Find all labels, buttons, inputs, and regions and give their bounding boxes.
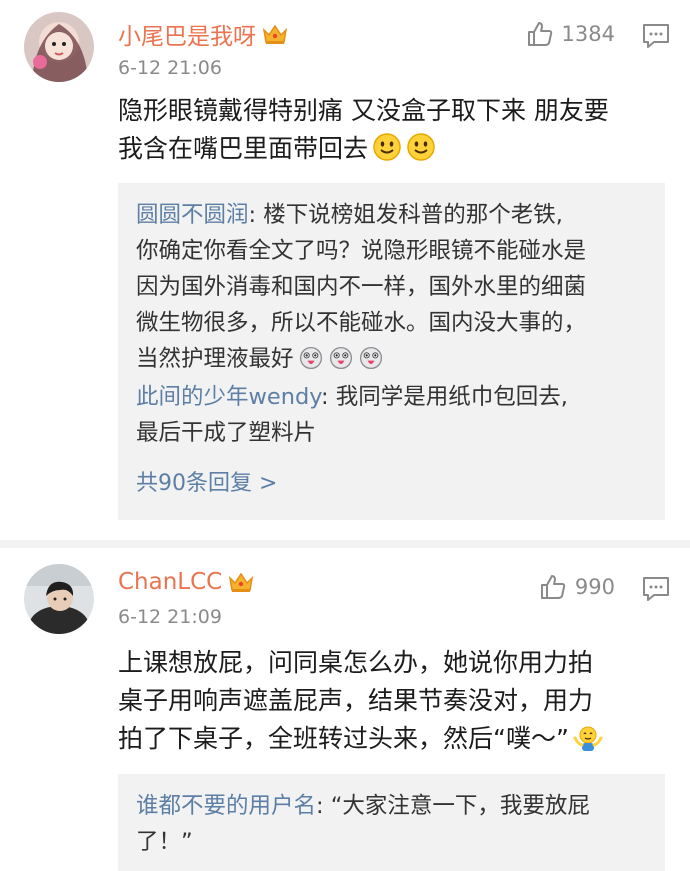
thumbs-up-icon: [540, 575, 566, 599]
username[interactable]: 小尾巴是我呀: [118, 17, 288, 51]
comment-text: 上课想放屁，问同桌怎么办，她说你用力拍 桌子用响声遮盖屁声，结果节奏没对，用力 …: [118, 644, 673, 758]
comment-line: 桌子用响声遮盖屁声，结果节奏没对，用力: [118, 686, 594, 715]
smile-emoji-icon: [407, 133, 435, 161]
crown-icon: [229, 572, 254, 592]
reply-text: 微生物很多，所以不能碰水。国内没大事的，: [136, 310, 587, 336]
avatar[interactable]: [24, 564, 94, 634]
comment-line: 拍了下桌子，全班转过头来，然后“噗～”: [118, 720, 673, 758]
like-count: 990: [574, 575, 615, 599]
comment-1: 小尾巴是我呀 6-12 21:06 1384 隐形眼镜戴得特别痛 又没盒子取下来…: [0, 0, 690, 540]
reply-text: 你确定你看全文了吗？说隐形眼镜不能碰水是: [136, 238, 587, 264]
comment-icon[interactable]: [642, 576, 670, 602]
avatar[interactable]: [24, 12, 94, 82]
username-text: 小尾巴是我呀: [118, 24, 256, 50]
reply-text: 因为国外消毒和国内不一样，国外水里的细菌: [136, 274, 587, 300]
timestamp: 6-12 21:09: [118, 606, 222, 628]
reply-text: 当然护理液最好: [136, 341, 647, 377]
replies-box: 圆圆不圆润: 楼下说榜姐发科普的那个老铁, 你确定你看全文了吗？说隐形眼镜不能碰…: [118, 183, 665, 520]
thumbs-up-icon: [527, 22, 552, 46]
replies-box: 谁都不要的用户名: “大家注意一下，我要放屁 了！”: [118, 774, 665, 871]
reply-text: : “大家注意一下，我要放屁: [316, 793, 590, 819]
comment-line: 隐形眼镜戴得特别痛 又没盒子取下来 朋友要: [118, 96, 609, 125]
reply-item: 此间的少年wendy: 我同学是用纸巾包回去, 最后干成了塑料片: [136, 379, 647, 451]
username[interactable]: ChanLCC: [118, 569, 254, 595]
like-count: 1384: [561, 22, 615, 46]
username-text: ChanLCC: [118, 569, 223, 595]
reply-username[interactable]: 圆圆不圆润: [136, 202, 249, 228]
reply-text: 了！”: [136, 829, 193, 855]
reply-text: : 楼下说榜姐发科普的那个老铁,: [248, 202, 563, 228]
comment-divider: [0, 540, 690, 548]
comment-text: 隐形眼镜戴得特别痛 又没盒子取下来 朋友要 我含在嘴巴里面带回去: [118, 92, 673, 168]
tongue-emoji-icon: [299, 346, 322, 370]
comment-2: ChanLCC 6-12 21:09 990 上课想放屁，问同桌怎么办，她说你用…: [0, 548, 690, 871]
comment-line: 上课想放屁，问同桌怎么办，她说你用力拍: [118, 648, 594, 677]
tongue-emoji-icon: [359, 346, 382, 370]
view-more-replies-link[interactable]: 共90条回复 >: [136, 465, 647, 497]
reply-text: 最后干成了塑料片: [136, 420, 317, 446]
smile-emoji-icon: [373, 133, 401, 161]
like-button[interactable]: 990: [539, 573, 615, 601]
like-button[interactable]: 1384: [526, 20, 615, 48]
comment-line: 我含在嘴巴里面带回去: [118, 130, 673, 168]
reply-username[interactable]: 此间的少年wendy: [136, 384, 321, 410]
crown-icon: [262, 24, 288, 44]
reply-item: 谁都不要的用户名: “大家注意一下，我要放屁 了！”: [136, 788, 647, 860]
timestamp: 6-12 21:06: [118, 57, 222, 79]
comment-icon[interactable]: [642, 23, 670, 49]
reply-item: 圆圆不圆润: 楼下说榜姐发科普的那个老铁, 你确定你看全文了吗？说隐形眼镜不能碰…: [136, 197, 647, 377]
reply-text: : 我同学是用纸巾包回去,: [320, 384, 568, 410]
tongue-emoji-icon: [329, 346, 352, 370]
reply-username[interactable]: 谁都不要的用户名: [136, 793, 316, 819]
shrug-emoji-icon: [573, 726, 603, 751]
